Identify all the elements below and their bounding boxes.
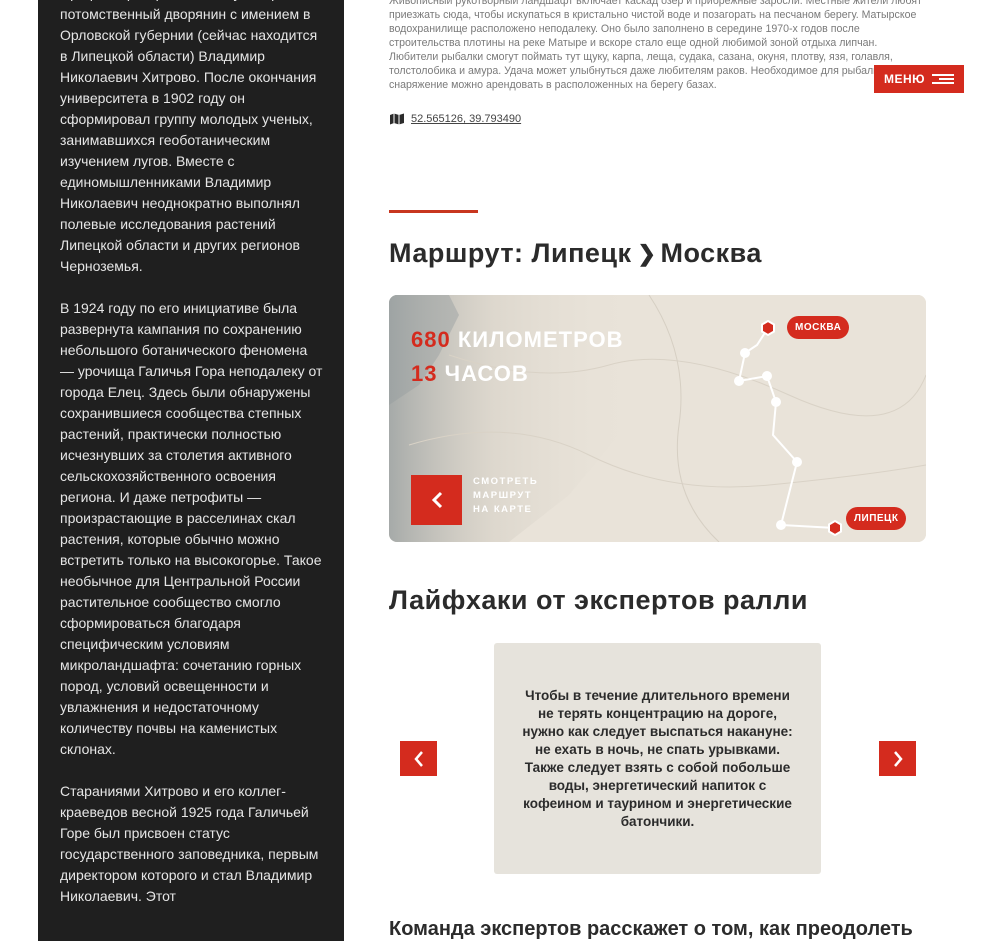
route-to: Москва <box>660 238 762 268</box>
route-from: Липецк <box>531 238 632 268</box>
tip-text: Чтобы в течение длительного времени не т… <box>522 687 793 829</box>
menu-button[interactable]: МЕНЮ <box>874 65 964 93</box>
show-map-line-1: СМОТРЕТЬ <box>473 476 539 487</box>
show-map-line-2: МАРШРУТ <box>473 490 533 501</box>
sidebar-article: Профессор Воронежского университета пото… <box>60 0 324 928</box>
sidebar-panel: Профессор Воронежского университета пото… <box>38 0 344 941</box>
show-map-line-3: НА КАРТЕ <box>473 504 533 515</box>
city-badge-lipetsk: ЛИПЕЦК <box>846 507 907 530</box>
map-icon <box>390 113 404 125</box>
route-stats: 680 КИЛОМЕТРОВ 13 ЧАСОВ <box>411 323 623 391</box>
sidebar-paragraph-3: Стараниями Хитрово и его коллег-краеведо… <box>60 783 319 904</box>
coordinates-row: 52.565126, 39.793490 <box>389 113 521 125</box>
sidebar-paragraph-2: В 1924 году по его инициативе была разве… <box>60 300 323 757</box>
route-title: Маршрут: Липецк ❯ Москва <box>389 238 762 269</box>
distance-row: 680 КИЛОМЕТРОВ <box>411 323 623 357</box>
chevron-left-icon <box>431 491 442 509</box>
coordinates-link[interactable]: 52.565126, 39.793490 <box>411 113 521 125</box>
distance-value: 680 <box>411 327 451 352</box>
tips-prev-button[interactable] <box>400 741 437 776</box>
tip-card: Чтобы в течение длительного времени не т… <box>494 643 821 874</box>
chevron-left-icon <box>413 750 423 767</box>
time-label: ЧАСОВ <box>444 361 529 386</box>
show-map-label[interactable]: СМОТРЕТЬ МАРШРУТ НА КАРТЕ <box>473 475 563 517</box>
hamburger-icon <box>932 74 954 84</box>
time-row: 13 ЧАСОВ <box>411 357 623 391</box>
distance-label: КИЛОМЕТРОВ <box>457 327 624 352</box>
time-value: 13 <box>411 361 438 386</box>
tips-section-title: Лайфхаки от экспертов ралли <box>389 585 808 615</box>
section-divider <box>389 210 478 213</box>
route-prefix: Маршрут: <box>389 238 524 268</box>
sidebar-paragraph-1: Профессор Воронежского университета пото… <box>60 0 321 274</box>
route-map-card[interactable]: 680 КИЛОМЕТРОВ 13 ЧАСОВ СМОТРЕТЬ МАРШРУТ… <box>389 295 926 542</box>
tips-next-button[interactable] <box>879 741 916 776</box>
chevron-right-icon <box>893 750 903 767</box>
team-section-title: Команда экспертов расскажет о том, как п… <box>389 918 913 940</box>
menu-label: МЕНЮ <box>884 72 926 86</box>
show-map-button[interactable] <box>411 475 462 525</box>
intro-paragraph: Живописный рукотворный ландшафт включает… <box>389 0 922 91</box>
city-badge-moscow: МОСКВА <box>787 316 850 339</box>
route-arrow-icon: ❯ <box>637 240 657 266</box>
